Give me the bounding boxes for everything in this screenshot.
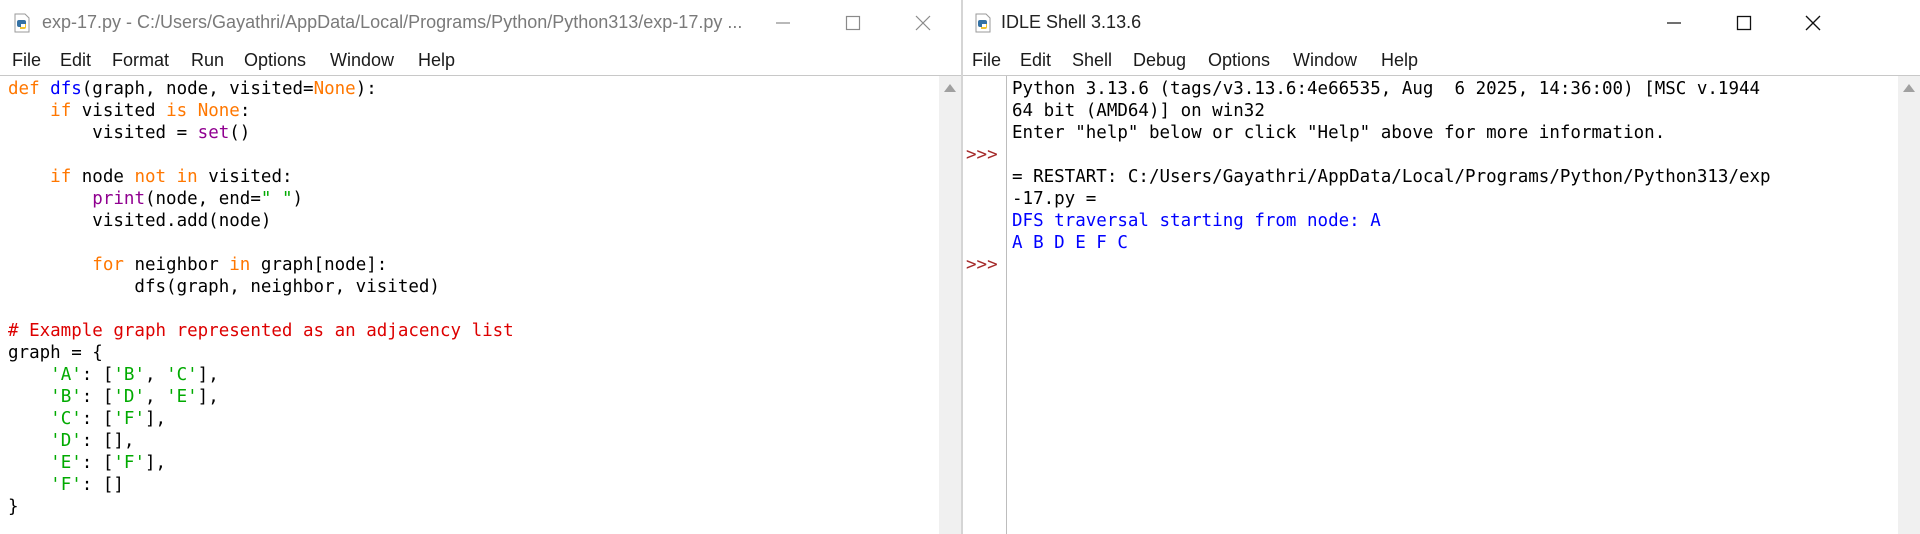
scroll-up-icon[interactable]: [1903, 84, 1915, 92]
code-line: 'A': ['B', 'C'],: [50, 365, 219, 385]
shell-prompt-gutter: >>> >>>: [963, 76, 1007, 534]
close-icon: [915, 15, 931, 30]
editor-scrollbar[interactable]: [939, 76, 961, 534]
shell-menu-help[interactable]: Help: [1381, 50, 1418, 71]
shell-restart-line: = RESTART: C:/Users/Gayathri/AppData/Loc…: [1012, 167, 1771, 187]
editor-menu-help[interactable]: Help: [418, 50, 455, 71]
code-line: visited = set(): [8, 123, 251, 143]
scroll-up-icon[interactable]: [944, 84, 956, 92]
code-line: 'F': []: [50, 475, 124, 495]
editor-code-area[interactable]: def dfs(graph, node, visited=None): if v…: [8, 78, 514, 518]
menu-separator: [963, 75, 1920, 76]
code-line: visited.add(node): [8, 211, 272, 231]
shell-menu-options[interactable]: Options: [1208, 50, 1270, 71]
python-shell-icon: [975, 13, 991, 33]
code-line: 'B': ['D', 'E'],: [50, 387, 219, 407]
code-line: graph = {: [8, 343, 103, 363]
editor-maximize-button[interactable]: [818, 0, 888, 45]
shell-menu-debug[interactable]: Debug: [1133, 50, 1186, 71]
code-line: for neighbor in graph[node]:: [92, 255, 388, 275]
shell-banner-line: Python 3.13.6 (tags/v3.13.6:4e66535, Aug…: [1012, 79, 1761, 99]
shell-prompt-1: >>>: [966, 145, 998, 165]
shell-program-output: A B D E F C: [1012, 233, 1128, 253]
minimize-icon: [776, 21, 790, 24]
shell-scrollbar[interactable]: [1898, 76, 1920, 534]
shell-program-output: DFS traversal starting from node: A: [1012, 211, 1381, 231]
minimize-icon: [1667, 21, 1681, 24]
shell-maximize-button[interactable]: [1709, 0, 1779, 45]
code-line: def dfs(graph, node, visited=None):: [8, 79, 377, 99]
code-line: print(node, end=" "): [92, 189, 304, 209]
shell-minimize-button[interactable]: [1639, 0, 1709, 45]
code-line: 'C': ['F'],: [50, 409, 167, 429]
editor-window-title: exp-17.py - C:/Users/Gayathri/AppData/Lo…: [42, 12, 742, 32]
code-line: if node not in visited:: [50, 167, 293, 187]
code-line: }: [8, 497, 19, 517]
code-line: 'D': [],: [50, 431, 135, 451]
shell-menu-window[interactable]: Window: [1293, 50, 1357, 71]
editor-menu-run[interactable]: Run: [191, 50, 224, 71]
shell-close-button[interactable]: [1778, 0, 1848, 45]
editor-menubar: File Edit Format Run Options Window Help: [0, 45, 961, 75]
shell-window-title: IDLE Shell 3.13.6: [1001, 12, 1142, 32]
shell-menubar: File Edit Shell Debug Options Window Hel…: [963, 45, 1920, 75]
editor-menu-file[interactable]: File: [12, 50, 41, 71]
shell-titlebar: IDLE Shell 3.13.6: [963, 0, 1920, 45]
editor-menu-edit[interactable]: Edit: [60, 50, 91, 71]
editor-titlebar: exp-17.py - C:/Users/Gayathri/AppData/Lo…: [0, 0, 961, 45]
shell-prompt-2: >>>: [966, 255, 998, 275]
shell-banner-line: Enter "help" below or click "Help" above…: [1012, 123, 1666, 143]
editor-close-button[interactable]: [888, 0, 958, 45]
maximize-icon: [845, 15, 861, 30]
python-file-icon: [14, 13, 30, 33]
editor-menu-format[interactable]: Format: [112, 50, 169, 71]
shell-restart-line: -17.py =: [1012, 189, 1097, 209]
shell-window: IDLE Shell 3.13.6 File Edit Shell Debug …: [963, 0, 1920, 534]
code-line: if visited is None:: [50, 101, 251, 121]
code-line: 'E': ['F'],: [50, 453, 167, 473]
code-line: # Example graph represented as an adjace…: [8, 321, 514, 341]
maximize-icon: [1736, 15, 1752, 30]
menu-separator: [0, 75, 961, 76]
close-icon: [1805, 15, 1821, 30]
code-line: dfs(graph, neighbor, visited): [8, 277, 440, 297]
editor-menu-options[interactable]: Options: [244, 50, 306, 71]
shell-menu-edit[interactable]: Edit: [1020, 50, 1051, 71]
shell-menu-shell[interactable]: Shell: [1072, 50, 1112, 71]
editor-menu-window[interactable]: Window: [330, 50, 394, 71]
shell-menu-file[interactable]: File: [972, 50, 1001, 71]
shell-banner-line: 64 bit (AMD64)] on win32: [1012, 101, 1265, 121]
editor-minimize-button[interactable]: [748, 0, 818, 45]
shell-output-area[interactable]: Python 3.13.6 (tags/v3.13.6:4e66535, Aug…: [1012, 78, 1771, 254]
editor-window: exp-17.py - C:/Users/Gayathri/AppData/Lo…: [0, 0, 964, 534]
